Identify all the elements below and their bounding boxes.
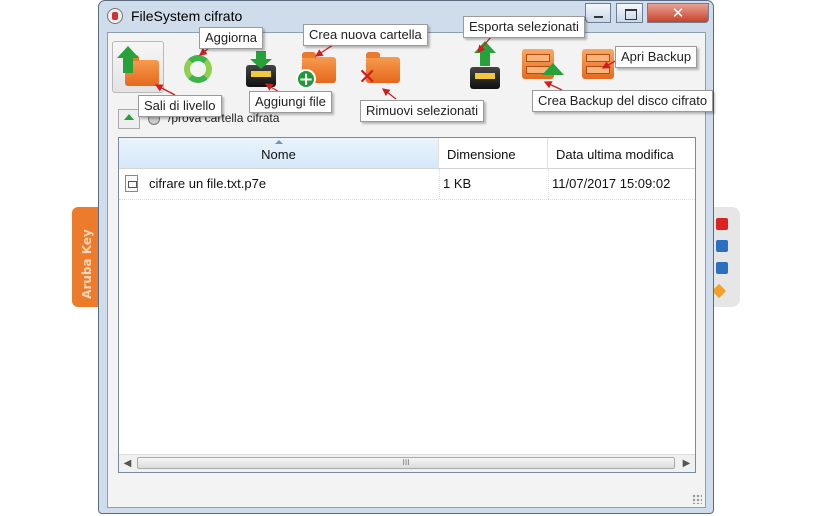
scroll-left-icon[interactable]: ◀: [119, 455, 136, 472]
file-icon: [125, 175, 138, 192]
callout-sali-di-livello: Sali di livello: [138, 95, 222, 117]
sali-di-livello-button[interactable]: [112, 41, 164, 93]
aruba-info-icon[interactable]: [716, 262, 728, 274]
minimize-button[interactable]: [585, 3, 611, 23]
table-row[interactable]: cifrare un file.txt.p7e 1 KB 11/07/2017 …: [119, 169, 695, 200]
callout-rimuovi-selezionati: Rimuovi selezionati: [360, 100, 484, 122]
cell-size: 1 KB: [443, 176, 472, 191]
cell-modified: 11/07/2017 15:09:02: [552, 176, 671, 191]
app-icon: [107, 8, 123, 24]
list-header: Nome Dimensione Data ultima modifica: [119, 138, 695, 169]
window-title: FileSystem cifrato: [131, 8, 243, 24]
horizontal-scrollbar[interactable]: ◀ III ▶: [119, 454, 695, 472]
crea-backup-button[interactable]: [520, 41, 572, 93]
callout-crea-nuova-cartella: Crea nuova cartella: [303, 24, 428, 46]
column-header-nome[interactable]: Nome: [119, 138, 439, 168]
callout-aggiungi-file: Aggiungi file: [249, 91, 332, 113]
maximize-button[interactable]: [616, 3, 643, 23]
open-backup-icon: [582, 49, 614, 79]
scroll-right-icon[interactable]: ▶: [678, 455, 695, 472]
aruba-close-icon[interactable]: [716, 218, 728, 230]
callout-crea-backup: Crea Backup del disco cifrato: [532, 90, 714, 112]
close-button[interactable]: ✕: [647, 3, 709, 23]
callout-aggiorna: Aggiorna: [199, 27, 264, 49]
scroll-thumb[interactable]: III: [137, 457, 675, 469]
column-header-dimensione[interactable]: Dimensione: [439, 138, 548, 168]
column-header-data[interactable]: Data ultima modifica: [548, 138, 695, 168]
filesystem-window: FileSystem cifrato ✕ + ✕ /prova cartella…: [98, 0, 714, 514]
aruba-key-label: Aruba Key: [79, 229, 94, 299]
up-level-small-button[interactable]: [118, 109, 140, 129]
crea-nuova-cartella-button[interactable]: +: [290, 41, 342, 93]
callout-esporta-selezionati: Esporta selezionati: [463, 16, 585, 38]
rimuovi-selezionati-button[interactable]: ✕: [354, 41, 406, 93]
aruba-minimize-icon[interactable]: [716, 240, 728, 252]
esporta-selezionati-button[interactable]: [460, 41, 512, 93]
callout-apri-backup: Apri Backup: [615, 46, 698, 68]
file-list: Nome Dimensione Data ultima modifica cif…: [118, 137, 696, 473]
cell-name: cifrare un file.txt.p7e: [149, 176, 267, 191]
resize-grip[interactable]: [692, 494, 702, 504]
refresh-icon: [184, 55, 212, 83]
